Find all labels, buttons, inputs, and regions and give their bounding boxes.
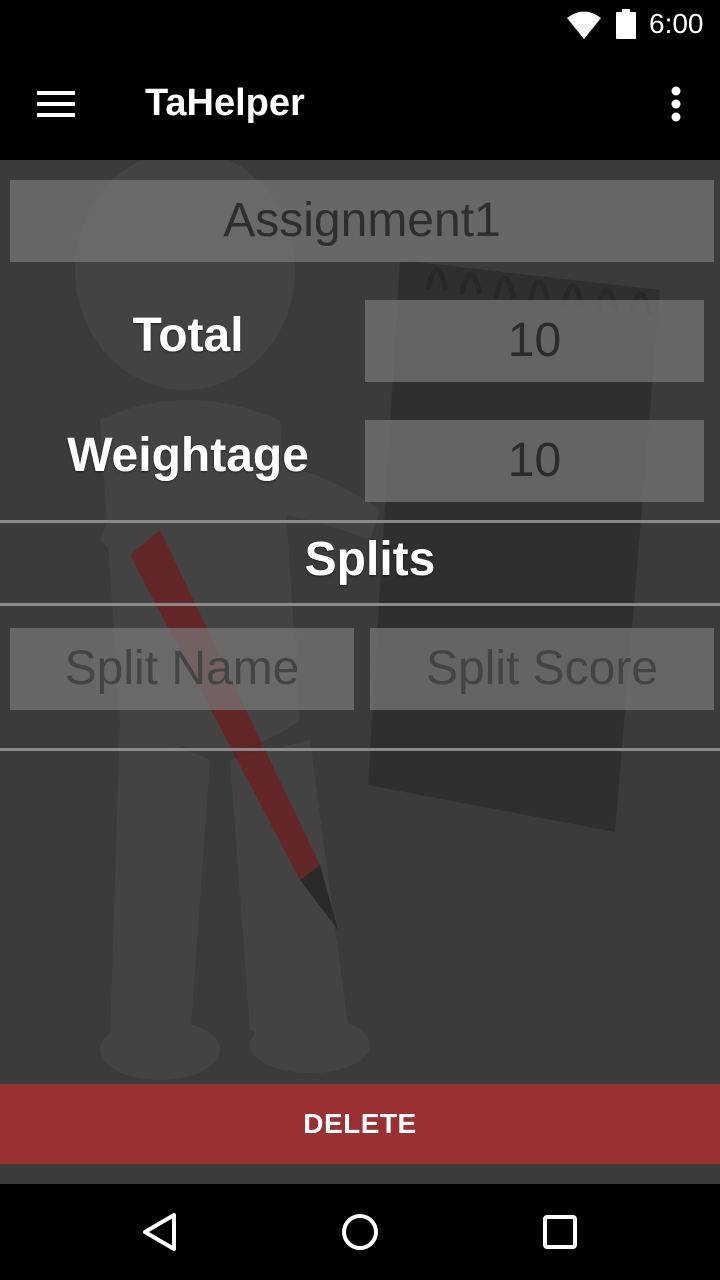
delete-button[interactable]: DELETE bbox=[0, 1084, 720, 1164]
home-icon[interactable] bbox=[336, 1208, 384, 1256]
hamburger-menu-icon[interactable] bbox=[24, 78, 88, 130]
app-bar: TaHelper bbox=[0, 48, 720, 160]
split-name-input[interactable] bbox=[10, 628, 354, 710]
divider-middle bbox=[0, 603, 720, 606]
total-value-field[interactable] bbox=[365, 300, 704, 382]
status-bar: 6:00 bbox=[0, 0, 720, 48]
assignment-name-field[interactable] bbox=[10, 180, 714, 262]
wifi-icon bbox=[566, 10, 602, 45]
divider-top bbox=[0, 520, 720, 523]
app-screen: 6:00 TaHelper Assignment1 Total 10 Weigh… bbox=[0, 0, 720, 1280]
battery-icon bbox=[616, 9, 636, 44]
app-title: TaHelper bbox=[145, 82, 305, 124]
back-icon[interactable] bbox=[136, 1208, 184, 1256]
recent-apps-icon[interactable] bbox=[536, 1208, 584, 1256]
more-vert-icon[interactable] bbox=[652, 78, 700, 130]
weightage-value-field[interactable] bbox=[365, 420, 704, 502]
split-score-input[interactable] bbox=[370, 628, 714, 710]
total-label: Total bbox=[132, 309, 244, 362]
main-content: Total Weightage Splits DELETE bbox=[0, 160, 720, 1184]
splits-heading: Splits bbox=[304, 533, 436, 586]
divider-bottom bbox=[0, 748, 720, 751]
navigation-bar bbox=[0, 1184, 720, 1280]
status-time: 6:00 bbox=[649, 8, 704, 39]
weightage-label: Weightage bbox=[67, 429, 309, 482]
